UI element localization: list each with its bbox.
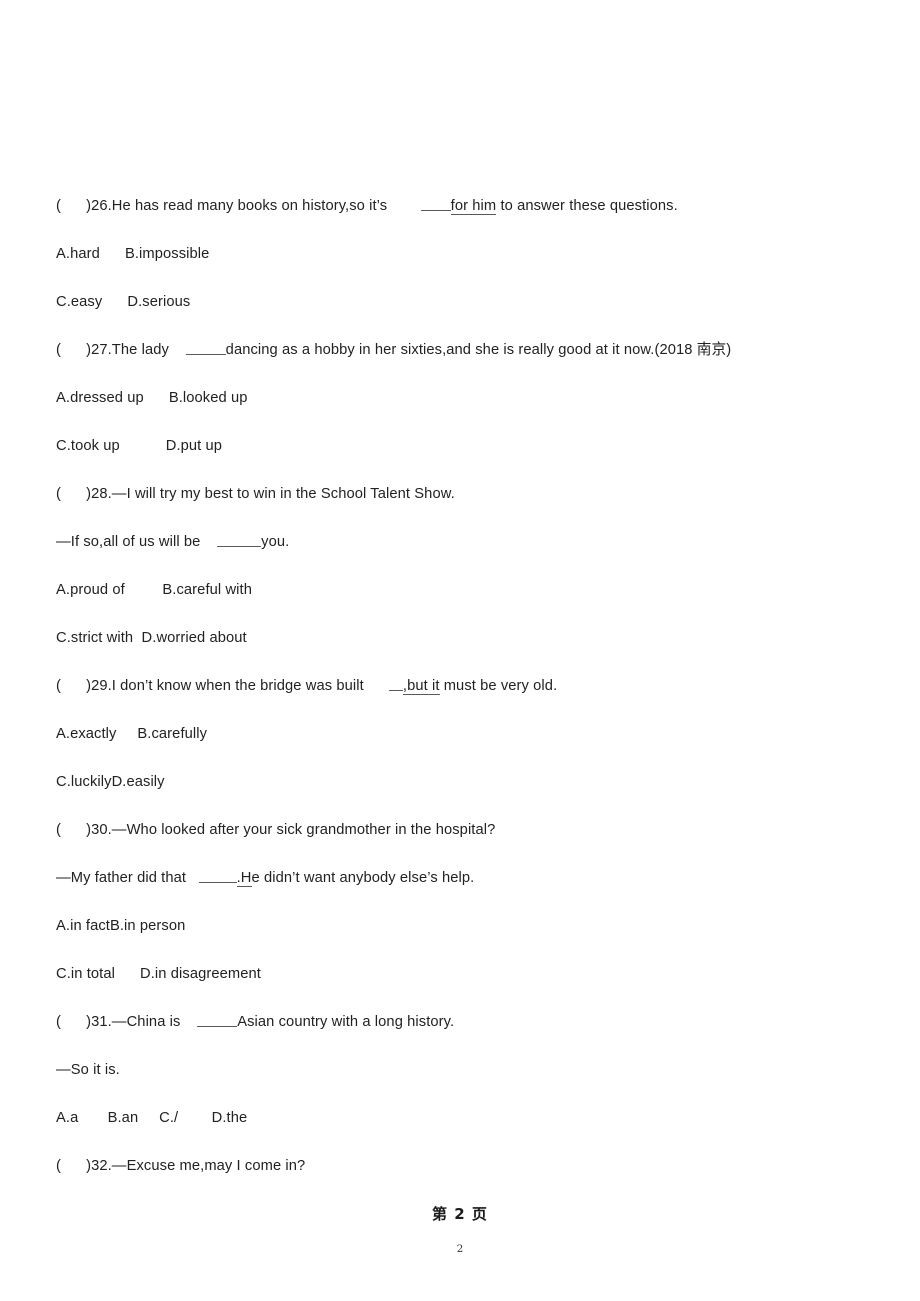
q30-gap-space xyxy=(186,870,199,886)
q29-gap-space xyxy=(364,678,389,694)
q30-stem-prefix: )30.—Who looked after your sick grandmot… xyxy=(86,822,496,838)
question-30-options-cd[interactable]: C.in total D.in disagreement xyxy=(56,950,856,998)
question-30-reply: —My father did that .He didn’t want anyb… xyxy=(56,854,856,902)
q26-underlined-text: for him xyxy=(450,198,497,215)
question-27-options-ab[interactable]: A.dressed up B.looked up xyxy=(56,374,856,422)
q28-stem-prefix: )28.—I will try my best to win in the Sc… xyxy=(86,486,455,502)
q30-reply-suffix: e didn’t want anybody else’s help. xyxy=(251,870,475,886)
question-28-options-cd[interactable]: C.strict with D.worried about xyxy=(56,614,856,662)
q29-answer-space[interactable] xyxy=(61,678,86,694)
question-31-stem: ( )31.—China is Asian country with a lon… xyxy=(56,998,856,1046)
q30-blank[interactable] xyxy=(198,867,237,883)
question-27-stem: ( )27.The lady dancing as a hobby in her… xyxy=(56,326,856,374)
document-page: ( )26.He has read many books on history,… xyxy=(0,0,920,1301)
question-27-options-cd[interactable]: C.took up D.put up xyxy=(56,422,856,470)
q29-stem-prefix: )29.I don’t know when the bridge was bui… xyxy=(86,678,364,694)
q30-answer-space[interactable] xyxy=(61,822,86,838)
question-29-stem: ( )29.I don’t know when the bridge was b… xyxy=(56,662,856,710)
question-26-options-cd[interactable]: C.easy D.serious xyxy=(56,278,856,326)
q27-stem-suffix: dancing as a hobby in her sixties,and sh… xyxy=(225,342,732,358)
question-28-options-ab[interactable]: A.proud of B.careful with xyxy=(56,566,856,614)
question-29-options-cd[interactable]: C.luckilyD.easily xyxy=(56,758,856,806)
question-29-options-ab[interactable]: A.exactly B.carefully xyxy=(56,710,856,758)
q29-blank[interactable] xyxy=(388,675,403,691)
q28-answer-space[interactable] xyxy=(61,486,86,502)
question-list: ( )26.He has read many books on history,… xyxy=(56,182,856,1190)
q30-underlined-text: .H xyxy=(236,870,252,887)
question-28-stem: ( )28.—I will try my best to win in the … xyxy=(56,470,856,518)
q28-blank[interactable] xyxy=(217,531,262,547)
q26-stem-prefix: )26.He has read many books on history,so… xyxy=(86,198,388,214)
q29-underlined-text: ,but it xyxy=(402,678,440,695)
q27-gap-space xyxy=(169,342,186,358)
q32-answer-space[interactable] xyxy=(61,1158,86,1174)
q31-gap-space xyxy=(180,1014,197,1030)
question-31-options[interactable]: A.a B.an C./ D.the xyxy=(56,1094,856,1142)
question-30-stem: ( )30.—Who looked after your sick grandm… xyxy=(56,806,856,854)
q26-stem-suffix: to answer these questions. xyxy=(496,198,678,214)
q26-blank[interactable] xyxy=(420,195,451,211)
question-30-options-ab[interactable]: A.in factB.in person xyxy=(56,902,856,950)
q27-answer-space[interactable] xyxy=(61,342,86,358)
q29-stem-suffix: must be very old. xyxy=(439,678,558,694)
q31-stem-prefix: )31.—China is xyxy=(86,1014,181,1030)
question-31-reply: —So it is. xyxy=(56,1062,120,1078)
question-32-stem: ( )32.—Excuse me,may I come in? xyxy=(56,1142,856,1190)
question-26-options-ab[interactable]: A.hard B.impossible xyxy=(56,230,856,278)
question-28-reply: —If so,all of us will be you. xyxy=(56,518,856,566)
q28-reply-suffix: you. xyxy=(261,534,290,550)
page-label: 第 2 页 xyxy=(432,1205,488,1223)
q27-blank[interactable] xyxy=(185,339,226,355)
question-26-stem: ( )26.He has read many books on history,… xyxy=(56,182,856,230)
q27-stem-prefix: )27.The lady xyxy=(86,342,169,358)
q26-answer-space[interactable] xyxy=(61,198,86,214)
q30-reply-prefix: —My father did that xyxy=(56,870,187,886)
q31-answer-space[interactable] xyxy=(61,1014,86,1030)
q32-stem-prefix: )32.—Excuse me,may I come in? xyxy=(86,1158,306,1174)
q31-blank[interactable] xyxy=(197,1011,238,1027)
q26-gap-space xyxy=(387,198,420,214)
q31-stem-suffix: Asian country with a long history. xyxy=(237,1014,455,1030)
page-number: 2 xyxy=(456,1243,464,1255)
q28-gap-space xyxy=(200,534,217,550)
q28-reply-prefix: —If so,all of us will be xyxy=(56,534,201,550)
